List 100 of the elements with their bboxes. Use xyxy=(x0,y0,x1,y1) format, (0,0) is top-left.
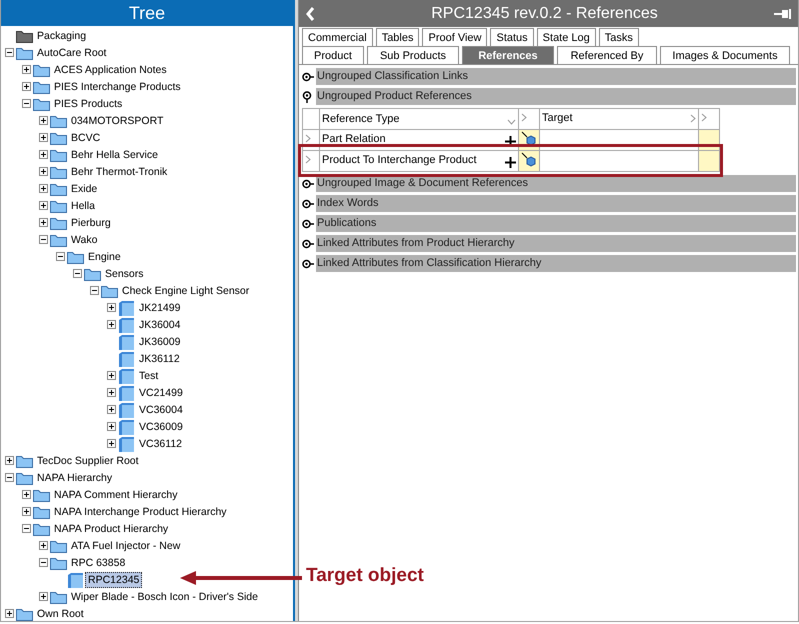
section-header[interactable]: Linked Attributes from Classification Hierarchy xyxy=(316,255,796,272)
tree-item[interactable]: PIES Products xyxy=(51,96,126,112)
section-header[interactable]: Ungrouped Product References xyxy=(316,88,796,105)
tree-item[interactable]: ATA Fuel Injector - New xyxy=(68,538,184,554)
add-icon[interactable] xyxy=(505,157,516,168)
collapse-icon[interactable] xyxy=(73,269,82,278)
tree-item[interactable]: ACES Application Notes xyxy=(51,62,170,78)
expand-icon[interactable] xyxy=(39,167,48,176)
tree-item[interactable]: Wiper Blade - Bosch Icon - Driver's Side xyxy=(68,588,261,604)
expand-icon[interactable] xyxy=(39,184,48,193)
collapse-icon[interactable] xyxy=(56,252,65,261)
expand-icon[interactable] xyxy=(302,178,314,190)
tree-item[interactable]: VC36004 xyxy=(136,402,186,418)
collapse-icon[interactable] xyxy=(39,235,48,244)
expand-icon[interactable] xyxy=(107,388,116,397)
expand-icon[interactable] xyxy=(39,150,48,159)
tree-item[interactable]: Test xyxy=(136,368,162,384)
tree-item[interactable]: Own Root xyxy=(34,606,87,621)
tree-item[interactable]: NAPA Interchange Product Hierarchy xyxy=(51,504,230,520)
tree-item[interactable]: JK36009 xyxy=(136,334,184,350)
tree-item[interactable]: Check Engine Light Sensor xyxy=(119,282,252,298)
tree-item[interactable]: BCVC xyxy=(68,130,104,146)
collapse-icon[interactable] xyxy=(22,99,31,108)
tree-item[interactable]: NAPA Hierarchy xyxy=(34,470,116,486)
back-icon[interactable] xyxy=(305,6,315,22)
expand-icon[interactable] xyxy=(39,541,48,550)
column-header[interactable]: Target xyxy=(542,112,573,124)
chevron-icon[interactable] xyxy=(305,155,311,164)
tab[interactable]: Product xyxy=(302,46,364,64)
expand-icon[interactable] xyxy=(302,70,314,82)
expand-icon[interactable] xyxy=(302,198,314,210)
tree-item[interactable]: NAPA Comment Hierarchy xyxy=(51,486,181,502)
expand-icon[interactable] xyxy=(39,592,48,601)
expand-icon[interactable] xyxy=(22,490,31,499)
tab[interactable]: Commercial xyxy=(302,28,373,46)
collapse-icon[interactable] xyxy=(5,48,14,57)
expand-icon[interactable] xyxy=(5,456,14,465)
expand-icon[interactable] xyxy=(107,422,116,431)
tab[interactable]: Tasks xyxy=(598,28,639,46)
tree-item[interactable]: Behr Hella Service xyxy=(68,146,161,162)
tree-item[interactable]: VC36112 xyxy=(136,436,186,452)
collapse-icon[interactable] xyxy=(22,524,31,533)
section-header[interactable]: Linked Attributes from Product Hierarchy xyxy=(316,235,796,252)
section-header[interactable]: Ungrouped Classification Links xyxy=(316,68,796,85)
expand-icon[interactable] xyxy=(5,609,14,618)
tree-item[interactable]: TecDoc Supplier Root xyxy=(34,452,142,468)
tree-item[interactable]: JK36112 xyxy=(136,350,183,366)
tree-item[interactable]: NAPA Product Hierarchy xyxy=(51,520,172,536)
expand-icon[interactable] xyxy=(107,371,116,380)
expand-icon[interactable] xyxy=(39,133,48,142)
cube-icon[interactable] xyxy=(521,130,537,146)
tree-item[interactable]: VC36009 xyxy=(136,418,186,434)
chevron-icon[interactable] xyxy=(305,134,311,143)
section-header[interactable]: Ungrouped Image & Document References xyxy=(316,175,796,192)
expand-icon[interactable] xyxy=(107,303,116,312)
chevron-icon[interactable] xyxy=(521,113,527,122)
dropdown-icon[interactable] xyxy=(507,119,516,125)
tree-item[interactable]: VC21499 xyxy=(136,384,186,400)
expand-icon[interactable] xyxy=(22,82,31,91)
tree-item[interactable]: Pierburg xyxy=(68,214,114,230)
tab[interactable]: State Log xyxy=(536,28,596,46)
tree-item[interactable]: JK36004 xyxy=(136,316,184,332)
expand-icon[interactable] xyxy=(39,201,48,210)
expand-icon[interactable] xyxy=(107,405,116,414)
tree-item[interactable]: Hella xyxy=(68,198,98,214)
tab[interactable]: Images & Documents xyxy=(660,46,790,64)
section-header[interactable]: Publications xyxy=(316,215,796,232)
cube-icon[interactable] xyxy=(521,152,537,168)
tab[interactable]: Sub Products xyxy=(367,46,459,64)
expand-icon[interactable] xyxy=(302,238,314,250)
tree-item[interactable]: PIES Interchange Products xyxy=(51,78,184,94)
tab[interactable]: Tables xyxy=(376,28,420,46)
tree-item[interactable]: Packaging xyxy=(34,28,90,44)
tree-item[interactable]: Engine xyxy=(85,248,124,264)
tree-item[interactable]: Behr Thermot-Tronik xyxy=(68,164,170,180)
collapse-icon[interactable] xyxy=(90,286,99,295)
expand-icon[interactable] xyxy=(107,439,116,448)
collapse-icon[interactable] xyxy=(302,90,314,102)
expand-icon[interactable] xyxy=(22,65,31,74)
tab[interactable]: Status xyxy=(490,28,534,46)
expand-icon[interactable] xyxy=(22,507,31,516)
tree-item[interactable]: Wako xyxy=(68,232,100,248)
tree-item[interactable]: Sensors xyxy=(102,266,147,282)
collapse-icon[interactable] xyxy=(5,473,14,482)
tree-item[interactable]: RPC12345 xyxy=(85,572,142,588)
expand-icon[interactable] xyxy=(302,258,314,270)
tree-item[interactable]: 034MOTORSPORT xyxy=(68,112,166,128)
expand-icon[interactable] xyxy=(302,218,314,230)
pin-icon[interactable] xyxy=(774,8,792,18)
expand-icon[interactable] xyxy=(39,218,48,227)
tree-item[interactable]: AutoCare Root xyxy=(34,44,110,60)
expand-icon[interactable] xyxy=(107,320,116,329)
tab[interactable]: Proof View xyxy=(422,28,488,46)
tab[interactable]: Referenced By xyxy=(557,46,657,64)
add-icon[interactable] xyxy=(505,136,516,147)
collapse-icon[interactable] xyxy=(39,558,48,567)
tree-item[interactable]: JK21499 xyxy=(136,300,184,316)
tree-item[interactable]: Exide xyxy=(68,180,100,196)
tree-item[interactable]: RPC 63858 xyxy=(68,554,128,570)
tab[interactable]: References xyxy=(462,46,554,64)
